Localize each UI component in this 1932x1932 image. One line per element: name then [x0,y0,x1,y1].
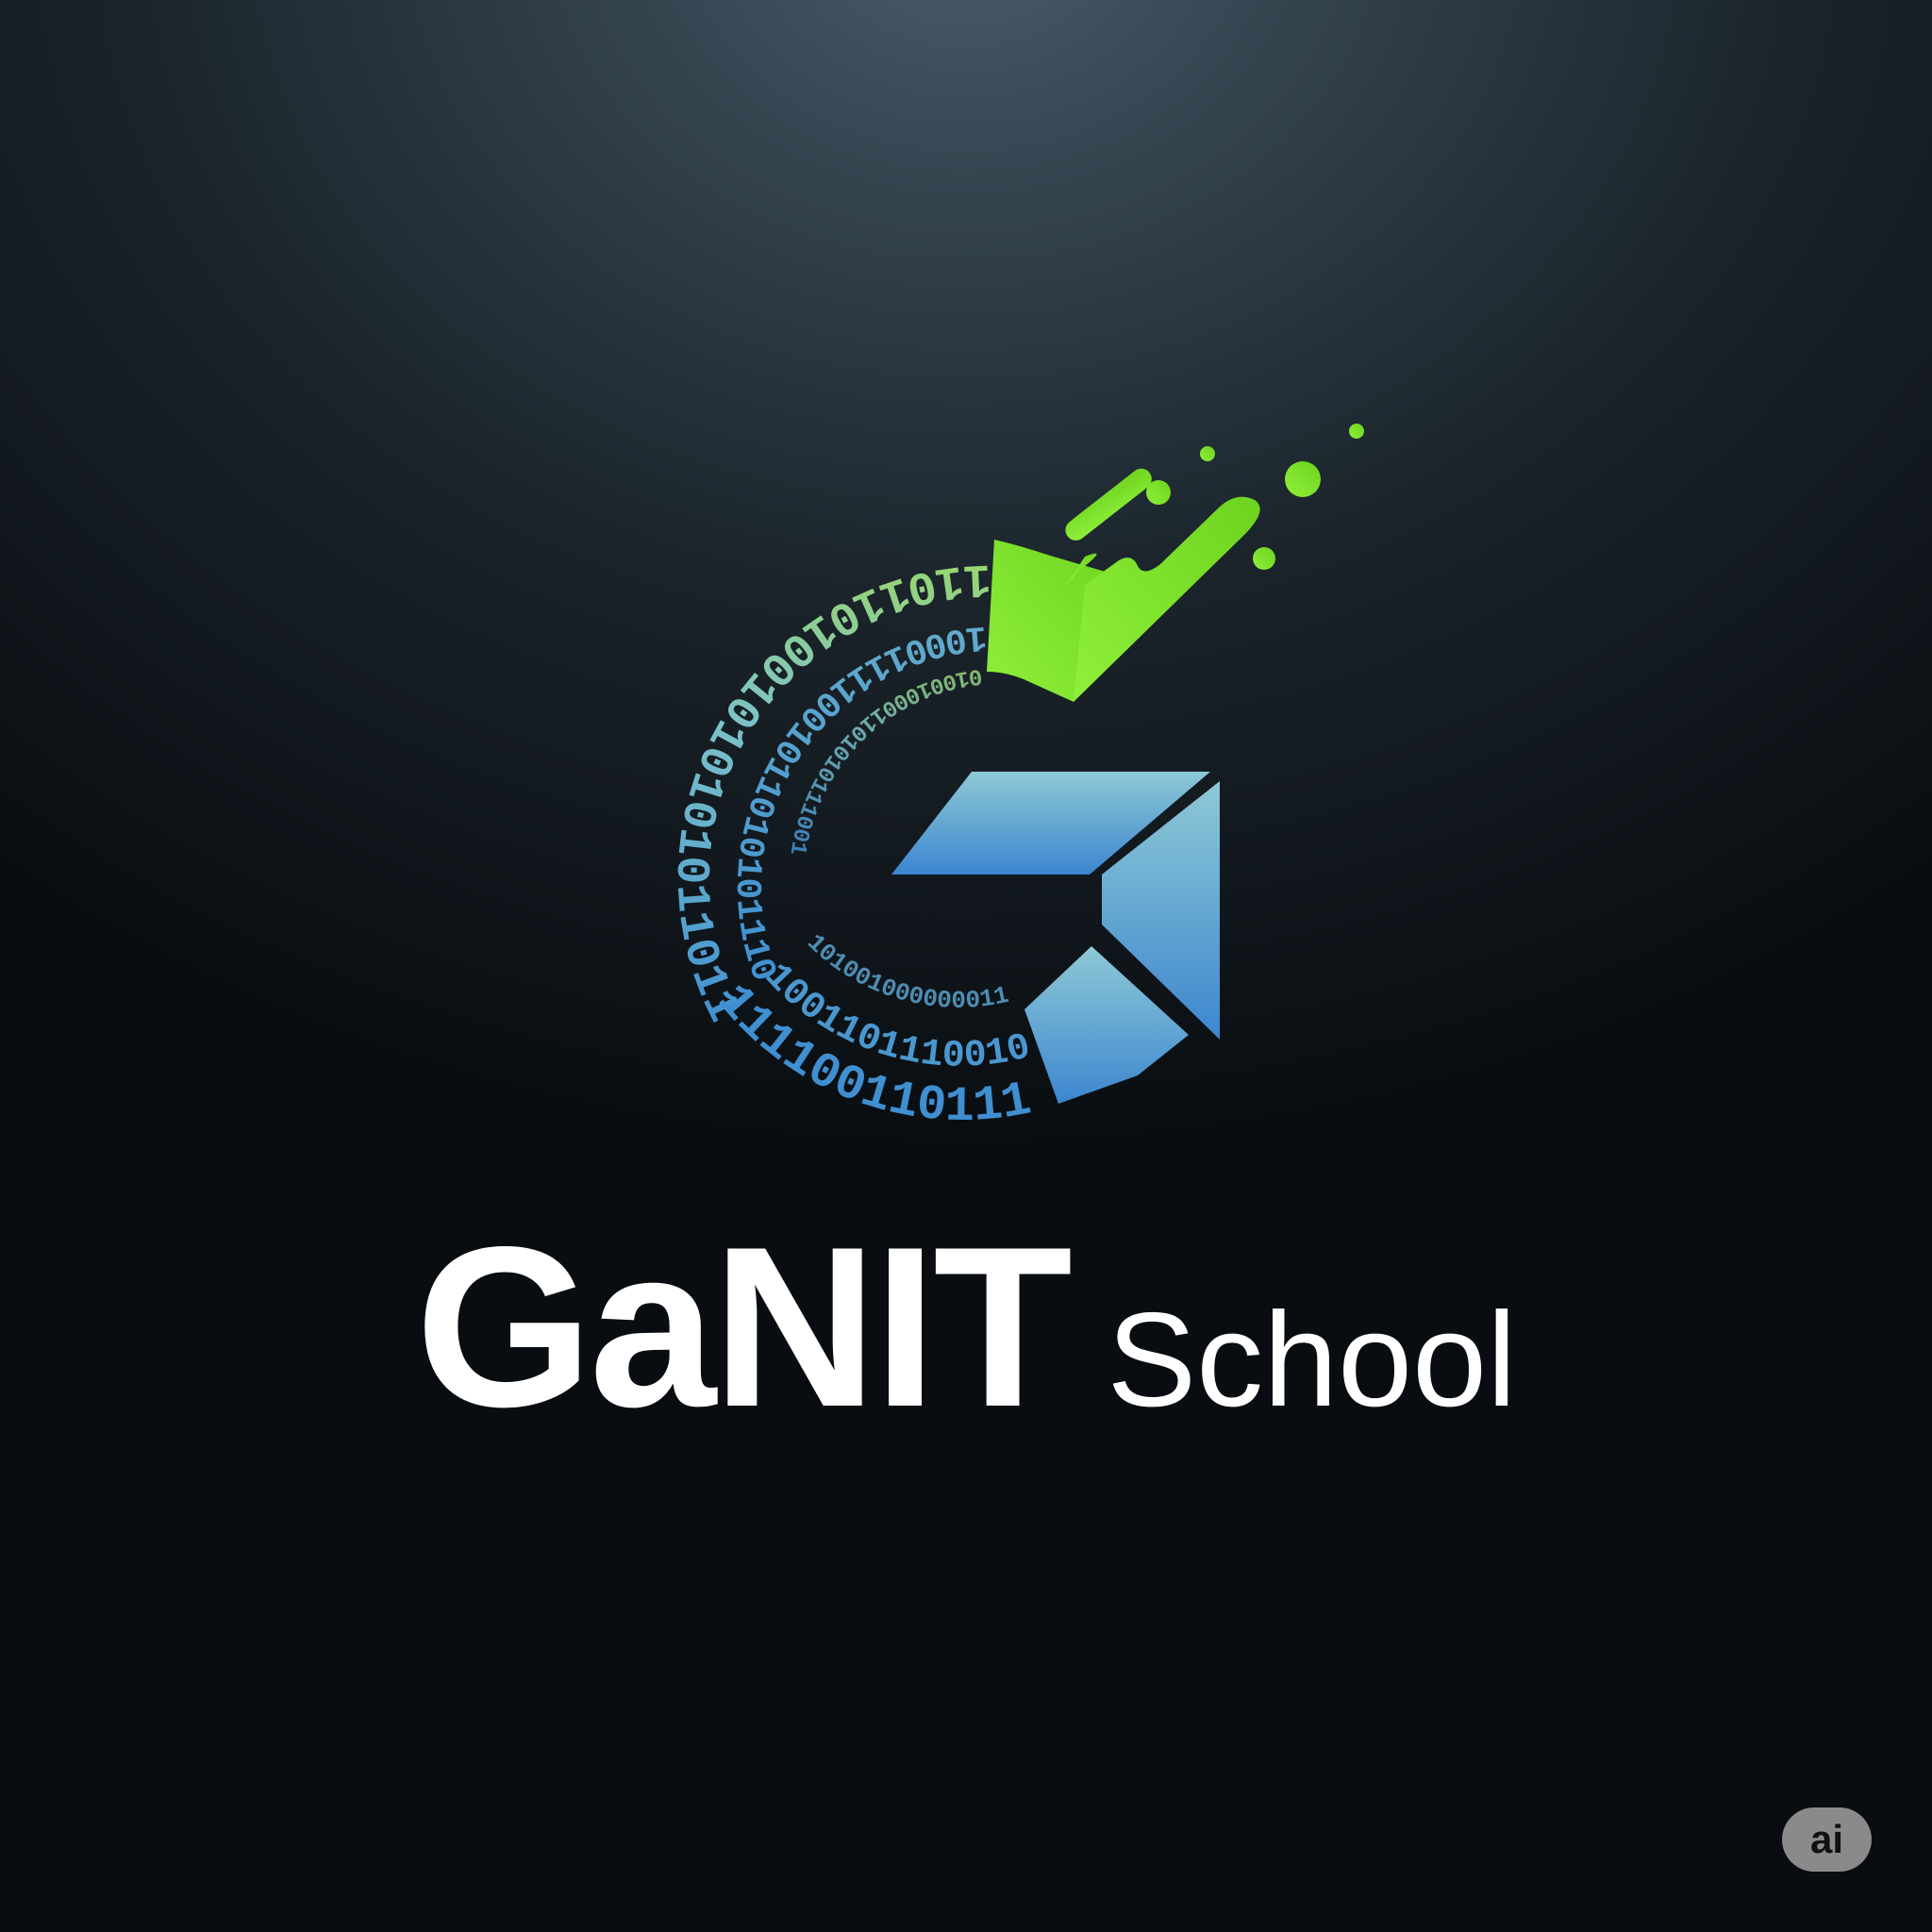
green-splash [987,424,1364,702]
ai-badge: ai [1782,1807,1872,1872]
binary-row-lower-outer: 1111001101111001 [0,0,1036,1135]
binary-row-middle: 1000111100101101010111011 [0,0,989,987]
binary-arc: 1101101001010101011011 10001111001011010… [0,0,1036,1135]
binary-row-lower-inner: 1010010000000111 [0,0,1011,1015]
ganit-logo-mark: 1101101001010101011011 10001111001011010… [0,0,1364,1135]
brand-name: GaNIT [415,1200,1073,1455]
binary-row-lower-middle: 1001101110010110 [0,0,1035,1078]
brand-wordmark: GaNIT School [0,1196,1932,1455]
brand-suffix: School [1107,1285,1517,1435]
